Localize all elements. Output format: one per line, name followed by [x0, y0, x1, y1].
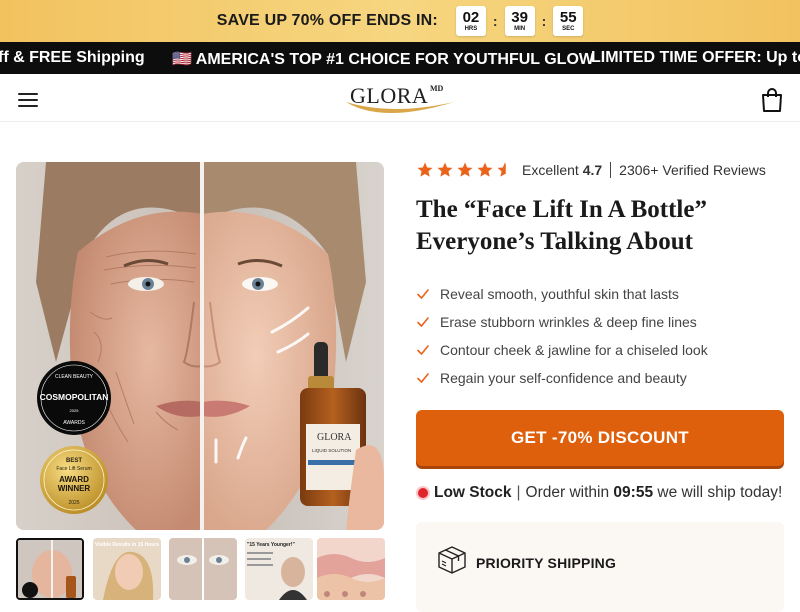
ship-countdown: 09:55	[613, 484, 654, 501]
svg-text:AWARD: AWARD	[59, 475, 89, 484]
thumbnail-5[interactable]	[317, 538, 385, 600]
svg-text:2025: 2025	[68, 500, 79, 506]
bottle-brand-text: GLORA	[317, 432, 352, 443]
marquee-item: LIMITED TIME OFFER: Up to	[591, 49, 800, 66]
check-icon	[417, 345, 429, 355]
best-award-winner-badge: BEST Face Lift Serum AWARD WINNER 2025	[40, 446, 108, 514]
benefit-item: Contour cheek & jawline for a chiseled l…	[416, 336, 786, 364]
priority-shipping-label: PRIORITY SHIPPING	[476, 555, 617, 571]
rating-summary[interactable]: Excellent 4.7 2306+ Verified Reviews	[416, 158, 766, 182]
get-discount-button[interactable]: GET -70% DISCOUNT	[416, 410, 784, 466]
package-box-icon	[438, 546, 466, 574]
benefit-item: Regain your self-confidence and beauty	[416, 364, 786, 392]
check-icon	[417, 289, 429, 299]
svg-text:COSMOPOLITAN: COSMOPOLITAN	[40, 392, 109, 402]
product-hero-image[interactable]: GLORA LIQUID SOLUTION CLEAN BEAUTY COSMO…	[16, 162, 384, 530]
timer-minutes: 39 MIN	[504, 6, 535, 36]
star-icon	[437, 162, 453, 177]
svg-text:2025: 2025	[70, 408, 80, 413]
thumbnail-4[interactable]: "15 Years Younger!"	[245, 538, 313, 600]
stock-separator: |	[516, 484, 521, 501]
bottle-label-text: LIQUID SOLUTION	[312, 448, 351, 453]
svg-text:WINNER: WINNER	[58, 484, 91, 493]
timer-hours: 02 HRS	[455, 6, 486, 36]
rating-divider	[610, 162, 612, 178]
svg-text:CLEAN BEAUTY: CLEAN BEAUTY	[55, 374, 94, 380]
brand-logo[interactable]: GLORA MD	[342, 80, 458, 118]
low-stock-notice: Low Stock | Order within 09:55 we will s…	[418, 484, 782, 502]
svg-text:Face Lift Serum: Face Lift Serum	[56, 466, 91, 472]
star-icon	[477, 162, 493, 177]
promo-countdown-bar: SAVE UP 70% OFF ENDS IN: 02 HRS : 39 MIN…	[0, 0, 800, 42]
thumbnail-2[interactable]: Visible Results in 15 Hours	[93, 538, 161, 600]
star-icon	[417, 162, 433, 177]
cosmopolitan-award-badge: CLEAN BEAUTY COSMOPOLITAN 2025 AWARDS	[37, 361, 111, 435]
priority-shipping-box: PRIORITY SHIPPING	[416, 522, 784, 612]
timer-hours-value: 02	[462, 8, 480, 26]
marquee-item: ff & FREE Shipping	[0, 49, 145, 66]
logo-swoosh	[346, 102, 454, 113]
stock-prefix: Order within	[525, 484, 610, 501]
logo-superscript: MD	[430, 84, 444, 93]
stock-status: Low Stock	[434, 484, 512, 501]
site-header: GLORA MD	[0, 74, 800, 122]
rating-label: Excellent 4.7	[522, 162, 603, 178]
benefits-list: Reveal smooth, youthful skin that lasts …	[416, 280, 786, 392]
product-title: The “Face Lift In A Bottle” Everyone’s T…	[416, 194, 786, 258]
star-icon	[457, 162, 473, 177]
thumbnail-3[interactable]	[169, 538, 237, 600]
title-line-2: Everyone’s Talking About	[416, 228, 693, 255]
timer-seconds-value: 55	[559, 8, 577, 26]
svg-text:Visible Results in 15 Hours: Visible Results in 15 Hours	[95, 542, 159, 548]
timer-separator: :	[541, 13, 547, 29]
svg-text:AWARDS: AWARDS	[63, 420, 85, 426]
half-star-icon	[497, 162, 506, 177]
rating-score: 4.7	[582, 162, 603, 178]
shopping-bag-icon[interactable]	[760, 87, 784, 113]
check-icon	[417, 317, 429, 327]
benefit-item: Reveal smooth, youthful skin that lasts	[416, 280, 786, 308]
svg-text:BEST: BEST	[66, 458, 82, 464]
hamburger-menu-icon[interactable]	[18, 93, 38, 107]
before-after-face-image: GLORA LIQUID SOLUTION CLEAN BEAUTY COSMO…	[16, 162, 384, 530]
marquee-item: 🇺🇸 AMERICA'S TOP #1 CHOICE FOR YOUTHFUL …	[172, 51, 594, 68]
star-rating	[416, 161, 514, 179]
title-line-1: The “Face Lift In A Bottle”	[416, 196, 707, 223]
timer-separator: :	[492, 13, 498, 29]
timer-hours-unit: HRS	[464, 25, 478, 32]
promo-text: SAVE UP 70% OFF ENDS IN:	[216, 12, 438, 29]
benefit-item: Erase stubborn wrinkles & deep fine line…	[416, 308, 786, 336]
review-count[interactable]: 2306+ Verified Reviews	[619, 162, 766, 178]
timer-seconds: 55 SEC	[553, 6, 584, 36]
announcement-marquee: ff & FREE Shipping 🇺🇸 AMERICA'S TOP #1 C…	[0, 42, 800, 74]
stock-status-dot-icon	[418, 488, 428, 498]
stock-suffix: we will ship today!	[657, 484, 783, 501]
timer-minutes-unit: MIN	[514, 25, 526, 32]
gallery-thumbnails: Visible Results in 15 Hours "15 Years Yo…	[16, 538, 385, 600]
thumbnail-1[interactable]	[16, 538, 84, 600]
timer-minutes-value: 39	[511, 8, 528, 26]
check-icon	[417, 373, 429, 383]
timer-seconds-unit: SEC	[562, 25, 575, 32]
svg-text:"15 Years Younger!": "15 Years Younger!"	[247, 542, 295, 548]
